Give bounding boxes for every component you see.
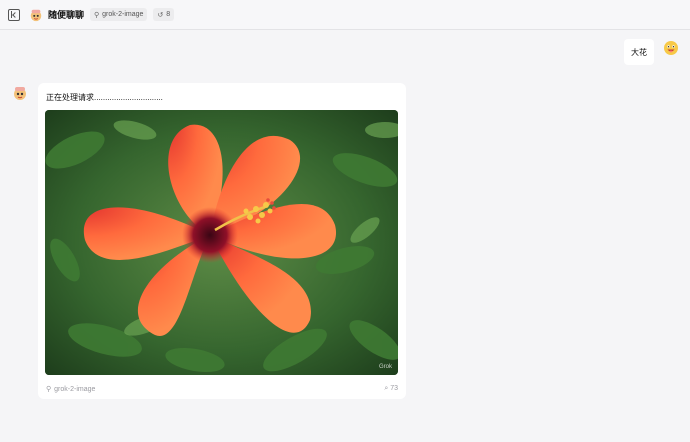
model-chip[interactable]: ⚲ grok-2-image [90,8,148,21]
token-count-value: 73 [390,385,398,392]
user-avatar [664,41,678,55]
chat-title: 随便聊聊 [48,10,85,20]
robot-icon: ⚲ [46,386,52,393]
footer-model-label: grok-2-image [54,385,96,393]
history-chip[interactable]: ↺ 8 [153,8,175,21]
history-icon: ↺ [157,11,164,19]
assistant-avatar [14,87,26,100]
image-watermark: Grok [378,364,392,370]
history-chip-count: 8 [166,11,171,18]
assistant-message-card: 正在处理请求............................... Gr… [38,83,406,399]
robot-icon: ⚲ [94,11,100,19]
paperclip-icon: ⌕ [384,385,389,392]
sidebar-toggle-icon[interactable] [8,8,20,21]
bot-avatar-icon [30,9,42,21]
model-chip-label: grok-2-image [102,11,144,18]
top-bar: 随便聊聊 ⚲ grok-2-image ↺ 8 [0,0,690,30]
token-count: ⌕ 73 [384,385,398,393]
generated-image[interactable]: Grok [45,110,398,375]
user-message-text: 大花 [631,47,647,57]
user-message-bubble: 大花 [624,39,654,65]
assistant-message-footer: ⚲ grok-2-image [46,385,96,394]
assistant-message-text: 正在处理请求............................... [46,93,163,102]
hibiscus-flower-image [45,110,398,375]
